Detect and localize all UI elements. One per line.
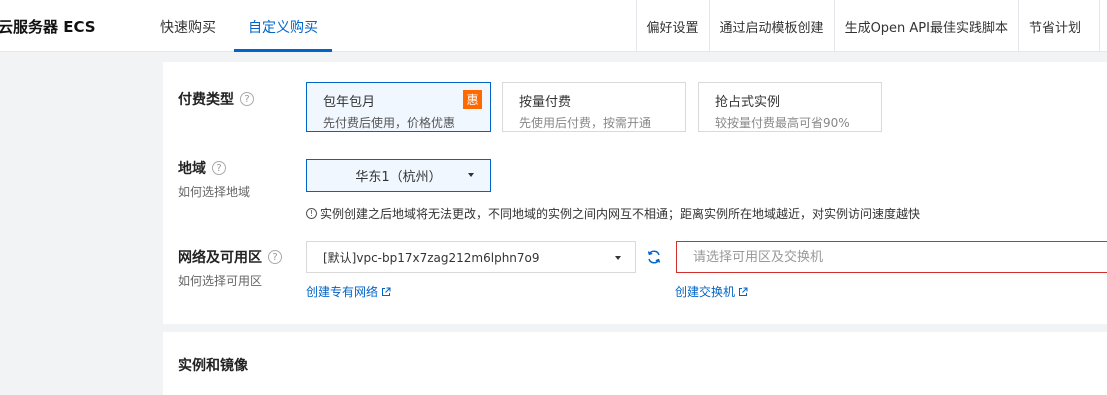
chevron-down-icon xyxy=(468,173,474,177)
network-label: 网络及可用区 ? xyxy=(178,247,282,267)
openapi-script-link[interactable]: 生成Open API最佳实践脚本 xyxy=(833,0,1018,52)
refresh-icon[interactable] xyxy=(644,247,664,267)
preferences-link[interactable]: 偏好设置 xyxy=(635,0,709,52)
billing-option-subscription[interactable]: 包年包月 先付费后使用，价格优惠 惠 xyxy=(306,82,491,132)
create-from-template-link[interactable]: 通过启动模板创建 xyxy=(708,0,834,52)
more-link[interactable] xyxy=(1099,0,1107,52)
billing-option-title: 按量付费 xyxy=(519,95,572,110)
region-help-link[interactable]: 如何选择地域 xyxy=(178,183,250,200)
product-title: 云服务器 ECS xyxy=(0,18,96,36)
info-icon: ! xyxy=(306,208,317,219)
billing-option-pay-as-you-go[interactable]: 按量付费 先使用后付费，按需开通 xyxy=(502,82,686,132)
billing-option-title: 抢占式实例 xyxy=(715,95,781,110)
region-select[interactable]: 华东1（杭州） xyxy=(306,159,491,192)
help-icon[interactable]: ? xyxy=(268,250,282,264)
help-icon[interactable]: ? xyxy=(240,92,254,106)
region-label: 地域 ? xyxy=(178,158,226,178)
external-link-icon xyxy=(382,287,391,296)
instance-image-panel: 实例和镜像 xyxy=(163,332,1107,395)
billing-option-spot[interactable]: 抢占式实例 较按量付费最高可省90% xyxy=(698,82,882,132)
vpc-select[interactable]: [默认]vpc-bp17x7zag212m6lphn7o9 xyxy=(306,241,636,273)
billing-option-desc: 先使用后付费，按需开通 xyxy=(519,116,652,130)
tab-custom-buy[interactable]: 自定义购买 xyxy=(248,17,318,37)
savings-plan-link[interactable]: 节省计划 xyxy=(1017,0,1099,52)
header-actions: 偏好设置 通过启动模板创建 生成Open API最佳实践脚本 节省计划 xyxy=(635,0,1107,52)
help-icon[interactable]: ? xyxy=(212,161,226,175)
active-tab-indicator xyxy=(234,49,332,52)
zone-help-link[interactable]: 如何选择可用区 xyxy=(178,272,262,289)
chevron-down-icon xyxy=(615,256,621,260)
billing-option-title: 包年包月 xyxy=(323,95,376,110)
billing-option-desc: 先付费后使用，价格优惠 xyxy=(323,116,456,130)
vswitch-input[interactable] xyxy=(676,241,1107,273)
tab-quick-buy[interactable]: 快速购买 xyxy=(160,17,216,37)
external-link-icon xyxy=(739,287,748,296)
section-title: 实例和镜像 xyxy=(178,358,248,374)
top-bar: 云服务器 ECS 快速购买 自定义购买 偏好设置 通过启动模板创建 生成Open… xyxy=(0,0,1107,52)
region-notice: ! 实例创建之后地域将无法更改，不同地域的实例之间内网互不相通；距离实例所在地域… xyxy=(306,205,920,222)
create-vswitch-link[interactable]: 创建交换机 xyxy=(675,283,748,300)
billing-option-desc: 较按量付费最高可省90% xyxy=(715,116,850,130)
billing-type-label: 付费类型 ? xyxy=(178,89,254,109)
discount-badge: 惠 xyxy=(463,90,482,109)
create-vpc-link[interactable]: 创建专有网络 xyxy=(306,283,391,300)
config-panel: 付费类型 ? 包年包月 先付费后使用，价格优惠 惠 按量付费 先使用后付费，按需… xyxy=(163,62,1107,324)
